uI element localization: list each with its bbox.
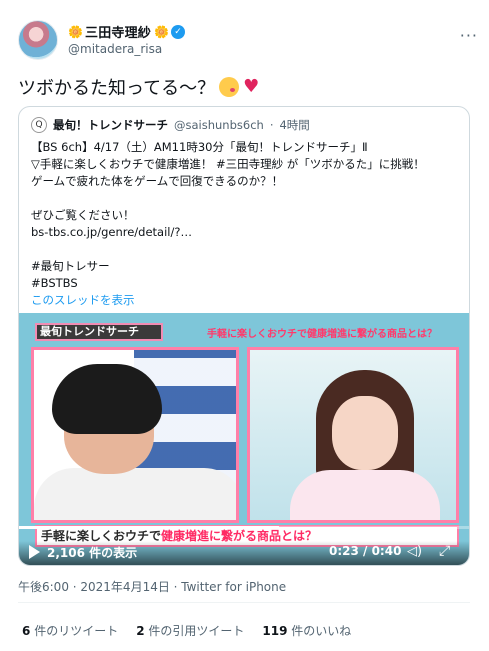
quoted-tweet-header: Q 最旬！トレンドサーチ @saishunbs6ch · 4時間 xyxy=(31,117,310,133)
view-count: 2,106 件の表示 xyxy=(47,546,138,560)
retweets-stat[interactable]: 6 件のリツイート xyxy=(22,622,118,639)
quoted-line: ゲームで疲れた体をゲームで回復できるのか？！ xyxy=(31,174,284,188)
quoted-handle: @saishunbs6ch xyxy=(174,118,264,132)
show-thread-link[interactable]: このスレッドを表示 xyxy=(31,292,461,309)
quoted-body: 【BS 6ch】4/17（土）AM11時30分「最旬！トレンドサーチ」Ⅱ ▽手軽… xyxy=(31,139,461,309)
quoted-link[interactable]: bs-tbs.co.jp/genre/detail/?… xyxy=(31,224,461,241)
tweet-text: ツボかるた知ってる～？ ♥ xyxy=(18,74,259,100)
person-face xyxy=(332,396,398,470)
quoted-tweet[interactable]: Q 最旬！トレンドサーチ @saishunbs6ch · 4時間 【BS 6ch… xyxy=(18,106,470,566)
kissing-face-icon xyxy=(219,77,240,97)
video-title-banner: 最旬トレンドサーチ xyxy=(35,323,163,341)
video-progress-bar[interactable] xyxy=(19,526,469,529)
quotes-stat[interactable]: 2 件の引用ツイート xyxy=(136,622,244,639)
tweet-header: 🌼 三田寺理紗 🌼 ✓ @mitadera_risa ··· xyxy=(18,20,478,64)
quotes-count: 2 xyxy=(136,624,145,638)
quoted-line: ▽手軽に楽しくおウチで健康増進！ #三田寺理紗 が「ツボかるた」に挑戦！ xyxy=(31,157,425,171)
hashtag-link[interactable]: #BSTBS xyxy=(31,275,461,292)
tweet-stats: 6 件のリツイート 2 件の引用ツイート 119 件のいいね xyxy=(22,622,351,639)
tweet-body: ツボかるた知ってる～？ xyxy=(18,78,216,99)
likes-count: 119 xyxy=(262,624,288,638)
likes-label: 件のいいね xyxy=(291,624,352,638)
display-name-row[interactable]: 🌼 三田寺理紗 🌼 ✓ xyxy=(68,22,186,41)
flower-icon: 🌼 xyxy=(154,24,169,39)
quoted-line-blank xyxy=(31,241,461,258)
video-time: 0:23 / 0:40 xyxy=(329,544,402,558)
person-hair xyxy=(52,364,162,434)
display-name[interactable]: 三田寺理紗 xyxy=(85,22,151,41)
quoted-time: 4時間 xyxy=(279,118,310,132)
video-left-panel xyxy=(31,347,239,523)
likes-stat[interactable]: 119 件のいいね xyxy=(262,622,351,639)
author-names: 🌼 三田寺理紗 🌼 ✓ @mitadera_risa xyxy=(68,22,186,56)
hashtag-link[interactable]: #最旬トレサー xyxy=(31,258,461,275)
person-body xyxy=(290,470,440,520)
video-progress-fill xyxy=(19,526,279,529)
video-player[interactable]: 最旬トレンドサーチ 手軽に楽しくおウチで健康増進に繋がる商品とは？ 手軽に楽しく… xyxy=(19,313,469,565)
quoted-line-blank xyxy=(31,190,461,207)
avatar[interactable] xyxy=(18,20,58,60)
volume-icon[interactable]: ◁) xyxy=(407,544,422,559)
author-handle[interactable]: @mitadera_risa xyxy=(68,42,185,56)
person-body xyxy=(34,468,236,520)
flower-icon: 🌼 xyxy=(68,24,83,39)
video-top-caption: 手軽に楽しくおウチで健康増進に繋がる商品とは？ xyxy=(207,329,437,340)
separator-dot: · xyxy=(269,118,274,132)
quoted-avatar: Q xyxy=(31,117,47,133)
quoted-line: 【BS 6ch】4/17（土）AM11時30分「最旬！トレンドサーチ」Ⅱ xyxy=(31,140,368,154)
quoted-line: ぜひご覧ください！ xyxy=(31,208,135,222)
fullscreen-icon[interactable]: ⤢ xyxy=(439,543,450,559)
video-right-panel xyxy=(247,347,459,523)
quotes-label: 件の引用ツイート xyxy=(148,624,245,638)
more-options-icon[interactable]: ··· xyxy=(460,26,478,45)
tweet-timestamp[interactable]: 午後6:00 · 2021年4月14日 · Twitter for iPhone xyxy=(18,578,286,595)
retweets-count: 6 xyxy=(22,624,31,638)
red-heart-icon: ♥ xyxy=(243,76,260,97)
quoted-display-name: 最旬！トレンドサーチ xyxy=(53,118,168,132)
verified-badge-icon: ✓ xyxy=(171,24,186,39)
play-icon[interactable] xyxy=(29,545,40,559)
divider xyxy=(18,602,470,603)
retweets-label: 件のリツイート xyxy=(34,624,119,638)
